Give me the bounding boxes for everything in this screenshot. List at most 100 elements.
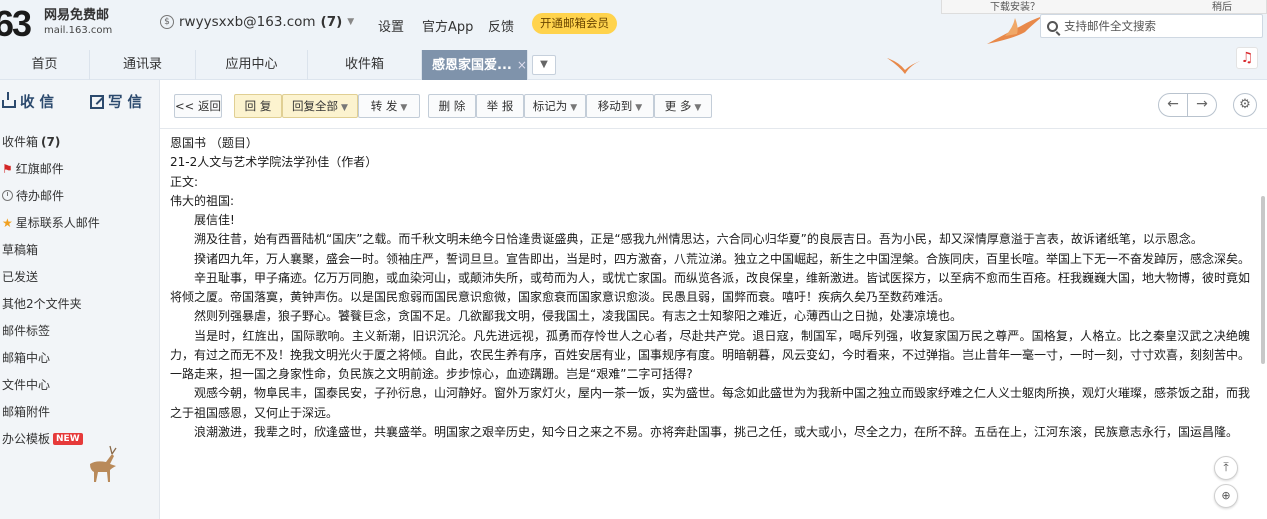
- close-icon[interactable]: ×: [517, 58, 527, 72]
- move-to-button[interactable]: 移动到 ▼: [586, 94, 654, 118]
- tab-inbox[interactable]: 收件箱: [308, 50, 422, 80]
- mail-search-box[interactable]: 支持邮件全文搜索: [1040, 14, 1263, 38]
- sidebar-item-label: 红旗邮件: [15, 162, 64, 176]
- chevron-down-icon: ▼: [570, 103, 578, 113]
- sidebar-item-attachments[interactable]: 邮箱附件: [2, 403, 50, 420]
- report-button[interactable]: 举 报: [476, 94, 524, 118]
- mail-body: 恩国书 （题目） 21-2人文与艺术学院法学孙佳（作者） 正文: 伟大的祖国: …: [170, 134, 1250, 519]
- sidebar-item-file-center[interactable]: 文件中心: [2, 376, 50, 393]
- sidebar-item-drafts[interactable]: 草稿箱: [2, 241, 38, 258]
- deer-decoration-icon: [90, 445, 117, 482]
- back-to-top-icon[interactable]: ⤒: [1214, 456, 1238, 480]
- mail-body-label: 正文:: [170, 174, 199, 189]
- notice-text: 下载安装？: [990, 2, 1040, 13]
- mail-title-line: 恩国书 （题目）: [170, 136, 258, 150]
- tab-app-center[interactable]: 应用中心: [196, 50, 308, 80]
- forward-label: 转 发: [370, 99, 398, 113]
- star-icon: ★: [2, 215, 13, 230]
- gear-icon[interactable]: ⚙: [1233, 93, 1257, 117]
- mail-paragraph: 当是时，红旌出，国际歌响。主义新潮，旧识沉沦。凡先进远视，孤勇而存怜世人之心者，…: [170, 328, 1250, 382]
- chevron-down-icon: ▼: [694, 103, 702, 113]
- mail-salutation: 伟大的祖国:: [170, 193, 235, 208]
- more-button[interactable]: 更 多 ▼: [654, 94, 712, 118]
- write-mail-label: 写 信: [108, 95, 143, 111]
- settings-link[interactable]: 设置: [378, 16, 404, 35]
- edit-icon: [90, 94, 104, 109]
- forward-button[interactable]: 转 发 ▼: [358, 94, 420, 118]
- vertical-scrollbar[interactable]: [1261, 196, 1265, 364]
- sidebar-item-starred-contacts[interactable]: ★ 星标联系人邮件: [2, 214, 100, 231]
- sidebar-item-other-folders[interactable]: 其他2个文件夹: [2, 295, 82, 312]
- mark-as-label: 标记为: [532, 99, 568, 113]
- coin-icon: $: [160, 15, 174, 29]
- new-badge: NEW: [53, 432, 83, 445]
- chevron-down-icon: ▼: [400, 103, 408, 113]
- tab-more-chevron-icon[interactable]: ▼: [532, 55, 556, 75]
- mail-paragraph: 观感今朝，物阜民丰，国泰民安，子孙衍息，山河静好。窗外万家灯火，屋内一茶一饭，实…: [170, 386, 1250, 420]
- sidebar-item-mail-tags[interactable]: 邮件标签: [2, 322, 50, 339]
- sidebar-item-mail-center[interactable]: 邮箱中心: [2, 349, 50, 366]
- search-placeholder: 支持邮件全文搜索: [1064, 19, 1156, 33]
- reply-all-button[interactable]: 回复全部 ▼: [282, 94, 358, 118]
- sidebar-item-flagged[interactable]: ⚑ 红旗邮件: [2, 160, 64, 177]
- zoom-in-icon[interactable]: ⊕: [1214, 484, 1238, 508]
- music-icon[interactable]: ♫: [1236, 47, 1258, 69]
- chevron-down-icon: ▼: [347, 17, 355, 27]
- receive-mail-label: 收 信: [20, 95, 55, 111]
- sidebar-item-label: 星标联系人邮件: [15, 216, 100, 230]
- top-header: 63 网易免费邮 mail.163.com $ rwyysxxb@163.com…: [0, 0, 1267, 50]
- left-sidebar: 收 信 写 信 收件箱 (7) ⚑ 红旗邮件 待办邮件 ★ 星标联系人邮件 草稿箱…: [0, 80, 160, 519]
- mail-toolbar: << 返回 回 复 回复全部 ▼ 转 发 ▼ 删 除 举 报 标记为 ▼ 移动到 ▼ 更…: [160, 80, 1267, 129]
- sidebar-item-label: 收件箱: [2, 135, 39, 149]
- next-mail-arrow-icon[interactable]: →: [1187, 93, 1217, 117]
- mail-paragraph: 溯及往昔，始有西晋陆机“国庆”之载。而千秋文明未绝今日恰逢贵诞盛典，正是“感我九…: [194, 232, 1203, 247]
- account-unread-count: (7): [320, 14, 343, 30]
- mail-paragraph: 揆诸四九年，万人襄聚，盛会一时。领袖庄严，誓词旦旦。宣告即出，当是时，四方激奋，…: [194, 251, 1250, 266]
- chevron-down-icon: ▼: [635, 103, 643, 113]
- logo-number[interactable]: 63: [0, 6, 32, 42]
- tab-bar: 首页 通讯录 应用中心 收件箱 感恩家国爱... × ▼: [0, 50, 1267, 80]
- mail-paragraph: 展信佳!: [194, 213, 235, 227]
- inbox-download-icon: [2, 92, 16, 108]
- app-download-notice: 下载安装？ 稍后: [941, 0, 1267, 14]
- tab-home[interactable]: 首页: [0, 50, 90, 80]
- more-label: 更 多: [664, 99, 692, 113]
- sidebar-item-label: 待办邮件: [16, 189, 65, 203]
- reply-button[interactable]: 回 复: [234, 94, 282, 118]
- mail-paragraph: 浪潮激进，我辈之时，欣逢盛世，共襄盛举。明国家之艰辛历史，知今日之来之不易。亦将…: [194, 424, 1239, 439]
- tab-contacts[interactable]: 通讯录: [90, 50, 196, 80]
- mail-paragraph: 然则列强暴虐，狼子野心。饕餮巨念，贪国不足。几欲鄙我文明，侵我国土，凌我国民。有…: [194, 309, 963, 324]
- official-app-link[interactable]: 官方App: [422, 16, 473, 35]
- delete-button[interactable]: 删 除: [428, 94, 476, 118]
- notice-later-button[interactable]: 稍后: [1212, 0, 1232, 13]
- bird-decoration-icon: [987, 16, 1043, 44]
- logo-domain[interactable]: mail.163.com: [44, 25, 112, 37]
- sidebar-item-sent[interactable]: 已发送: [2, 268, 38, 285]
- mail-paragraph: 辛丑耻事，甲子痛迹。亿万万同胞，或血染河山，或颠沛失所，或苟而为人，或忧亡家国。…: [170, 270, 1250, 304]
- inbox-unread-count: (7): [41, 134, 61, 149]
- sidebar-item-label: 办公模板: [2, 432, 51, 446]
- logo-text[interactable]: 网易免费邮: [44, 9, 109, 23]
- sidebar-item-todo[interactable]: 待办邮件: [2, 187, 64, 204]
- search-icon: [1047, 20, 1058, 32]
- reply-all-label: 回复全部: [292, 99, 339, 113]
- tab-current-mail-label: 感恩家国爱...: [432, 58, 512, 73]
- receive-mail-button[interactable]: 收 信: [2, 91, 54, 112]
- account-menu[interactable]: $ rwyysxxb@163.com (7) ▼: [160, 14, 354, 30]
- clock-icon: [2, 190, 13, 201]
- sidebar-item-inbox[interactable]: 收件箱 (7): [2, 133, 60, 150]
- write-mail-button[interactable]: 写 信: [90, 91, 142, 112]
- move-to-label: 移动到: [597, 99, 633, 113]
- bird-decoration-icon: [887, 58, 923, 74]
- previous-mail-arrow-icon[interactable]: ←: [1158, 93, 1188, 117]
- chevron-down-icon: ▼: [341, 103, 348, 113]
- feedback-link[interactable]: 反馈: [488, 16, 514, 35]
- red-flag-icon: ⚑: [2, 161, 13, 176]
- tab-current-mail[interactable]: 感恩家国爱... ×: [422, 50, 528, 80]
- account-email: rwyysxxb@163.com: [179, 14, 316, 30]
- back-button[interactable]: << 返回: [174, 94, 222, 118]
- mail-author-line: 21-2人文与艺术学院法学孙佳（作者）: [170, 155, 378, 170]
- sidebar-item-office-templates[interactable]: 办公模板 NEW: [2, 430, 83, 447]
- vip-upgrade-button[interactable]: 开通邮箱会员: [532, 13, 617, 34]
- mark-as-button[interactable]: 标记为 ▼: [524, 94, 586, 118]
